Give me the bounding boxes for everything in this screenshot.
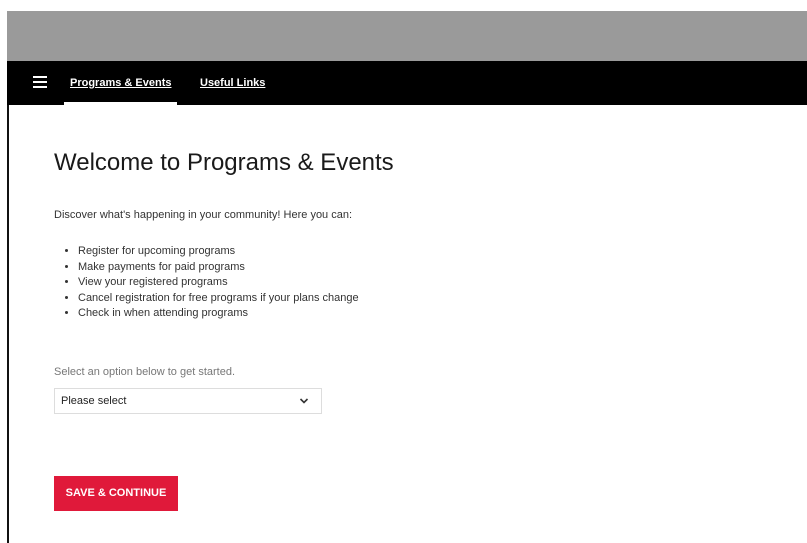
select-label: Select an option below to get started. [54,366,236,378]
list-item: View your registered programs [78,275,359,291]
tab-label: Programs & Events [70,77,172,89]
list-item: Make payments for paid programs [78,260,359,276]
page-title: Welcome to Programs & Events [54,149,394,176]
page: Programs & Events Useful Links Welcome t… [0,0,807,543]
intro-text: Discover what's happening in your commun… [54,209,353,221]
list-item: Cancel registration for free programs if… [78,291,359,307]
tab-programs-events[interactable]: Programs & Events [64,61,178,105]
navbar: Programs & Events Useful Links [7,61,807,105]
list-item: Check in when attending programs [78,306,359,322]
top-banner [7,11,807,61]
chevron-down-icon [299,398,309,404]
feature-list: Register for upcoming programs Make paym… [54,244,359,322]
hamburger-menu-icon[interactable] [33,75,47,89]
save-continue-button[interactable]: SAVE & CONTINUE [54,476,178,511]
active-tab-indicator [64,102,178,105]
tab-useful-links[interactable]: Useful Links [200,61,265,105]
tab-label: Useful Links [200,77,266,89]
select-value: Please select [61,395,127,407]
list-item: Register for upcoming programs [78,244,359,260]
option-select[interactable]: Please select [54,388,322,414]
content-left-border [7,105,9,543]
